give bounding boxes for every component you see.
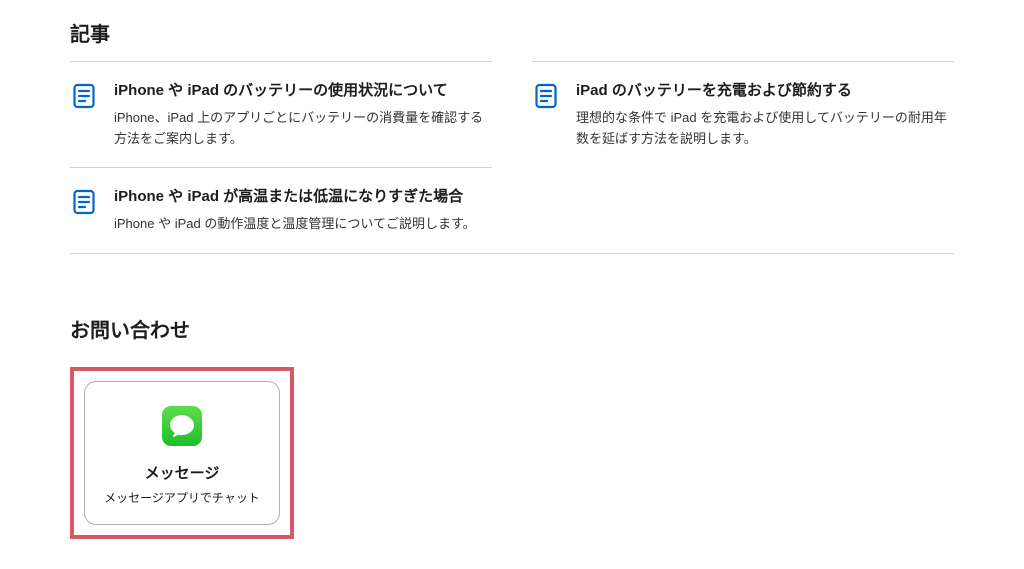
article-title: iPhone や iPad が高温または低温になりすぎた場合 <box>114 186 492 208</box>
document-icon <box>70 188 98 216</box>
divider <box>70 253 954 254</box>
article-title: iPad のバッテリーを充電および節約する <box>576 80 954 102</box>
articles-heading: 記事 <box>70 18 954 47</box>
document-icon <box>532 82 560 110</box>
document-icon <box>70 82 98 110</box>
messages-icon <box>97 406 267 446</box>
contact-card-title: メッセージ <box>97 462 267 483</box>
contact-card-subtitle: メッセージアプリでチャット <box>97 489 267 506</box>
highlight-annotation: メッセージ メッセージアプリでチャット <box>70 367 294 539</box>
contact-heading: お問い合わせ <box>70 314 954 343</box>
articles-grid: iPhone や iPad のバッテリーの使用状況について iPhone、iPa… <box>70 61 954 253</box>
article-text: iPhone や iPad のバッテリーの使用状況について iPhone、iPa… <box>114 80 492 149</box>
article-text: iPhone や iPad が高温または低温になりすぎた場合 iPhone や … <box>114 186 492 235</box>
article-description: iPhone や iPad の動作温度と温度管理についてご説明します。 <box>114 214 492 235</box>
contact-card-message[interactable]: メッセージ メッセージアプリでチャット <box>84 381 280 525</box>
article-card[interactable]: iPad のバッテリーを充電および節約する 理想的な条件で iPad を充電およ… <box>532 61 954 167</box>
article-description: 理想的な条件で iPad を充電および使用してバッテリーの耐用年数を延ばす方法を… <box>576 108 954 150</box>
article-title: iPhone や iPad のバッテリーの使用状況について <box>114 80 492 102</box>
contact-section: お問い合わせ メッセージ メッセージアプリでチャット <box>70 314 954 539</box>
article-description: iPhone、iPad 上のアプリごとにバッテリーの消費量を確認する方法をご案内… <box>114 108 492 150</box>
article-card[interactable]: iPhone や iPad のバッテリーの使用状況について iPhone、iPa… <box>70 61 492 167</box>
article-card[interactable]: iPhone や iPad が高温または低温になりすぎた場合 iPhone や … <box>70 167 492 253</box>
article-text: iPad のバッテリーを充電および節約する 理想的な条件で iPad を充電およ… <box>576 80 954 149</box>
empty-cell <box>532 167 954 253</box>
